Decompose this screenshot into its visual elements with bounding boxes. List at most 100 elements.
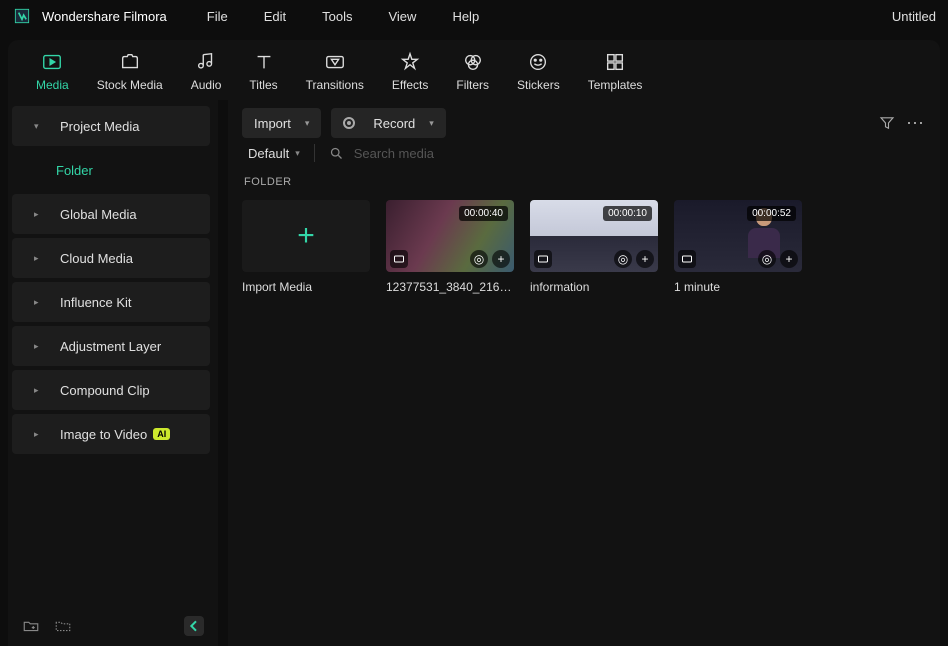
sidebar-footer <box>8 616 218 636</box>
tab-media[interactable]: Media <box>36 50 69 92</box>
caret-right-icon: ▸ <box>34 209 39 220</box>
tab-stock-media[interactable]: Stock Media <box>97 50 163 92</box>
sidebar-item-label: Folder <box>56 163 93 178</box>
video-type-icon <box>534 250 552 268</box>
templates-icon <box>603 50 627 74</box>
sidebar-item-global-media[interactable]: ▸ Global Media <box>12 194 210 234</box>
import-dropdown[interactable]: Import ▾ <box>242 108 321 138</box>
sidebar-item-label: Global Media <box>60 207 137 222</box>
search-box[interactable] <box>329 146 926 161</box>
thumb-actions: ◎ + <box>758 250 798 268</box>
sidebar-item-label: Adjustment Layer <box>60 339 161 354</box>
caret-right-icon: ▸ <box>34 385 39 396</box>
sidebar-item-cloud-media[interactable]: ▸ Cloud Media <box>12 238 210 278</box>
content-toolbar: Import ▾ Record ▾ ⋯ <box>242 108 926 138</box>
audio-icon <box>194 50 218 74</box>
tab-label: Titles <box>249 78 277 92</box>
media-item[interactable]: 00:00:52 ◎ + 1 minute <box>674 200 802 294</box>
duration-badge: 00:00:40 <box>459 206 508 221</box>
tab-label: Transitions <box>306 78 364 92</box>
stickers-icon <box>526 50 550 74</box>
filter-icon[interactable] <box>878 114 896 132</box>
menu-tools[interactable]: Tools <box>322 9 352 24</box>
chevron-down-icon: ▾ <box>295 148 300 159</box>
sort-label: Default <box>248 146 289 161</box>
sidebar-item-image-to-video[interactable]: ▸ Image to Video AI <box>12 414 210 454</box>
folder-settings-icon[interactable] <box>54 617 72 635</box>
thumb-actions: ◎ + <box>614 250 654 268</box>
menu-view[interactable]: View <box>388 9 416 24</box>
transitions-icon <box>323 50 347 74</box>
media-caption: Import Media <box>242 280 370 294</box>
target-icon[interactable]: ◎ <box>470 250 488 268</box>
media-item[interactable]: 00:00:40 ◎ + 12377531_3840_2160_2... <box>386 200 514 294</box>
duration-badge: 00:00:52 <box>747 206 796 221</box>
effects-icon <box>398 50 422 74</box>
sidebar-collapse-button[interactable] <box>184 616 204 636</box>
sidebar-item-label: Influence Kit <box>60 295 132 310</box>
media-caption: 1 minute <box>674 280 802 294</box>
sidebar-subitem-folder[interactable]: Folder <box>8 150 214 190</box>
tab-transitions[interactable]: Transitions <box>306 50 364 92</box>
more-options-icon[interactable]: ⋯ <box>906 113 926 134</box>
tab-effects[interactable]: Effects <box>392 50 428 92</box>
menu-bar: File Edit Tools View Help <box>207 9 479 24</box>
import-media-tile[interactable]: + Import Media <box>242 200 370 294</box>
thumb-actions: ◎ + <box>470 250 510 268</box>
video-type-icon <box>390 250 408 268</box>
stock-media-icon <box>118 50 142 74</box>
media-thumbnail: 00:00:10 ◎ + <box>530 200 658 272</box>
tab-stickers[interactable]: Stickers <box>517 50 560 92</box>
tab-label: Effects <box>392 78 428 92</box>
sidebar-item-adjustment-layer[interactable]: ▸ Adjustment Layer <box>12 326 210 366</box>
app-logo <box>12 6 32 26</box>
tab-audio[interactable]: Audio <box>191 50 222 92</box>
target-icon[interactable]: ◎ <box>758 250 776 268</box>
media-thumbnail: 00:00:52 ◎ + <box>674 200 802 272</box>
media-icon <box>40 50 64 74</box>
main-area: ▾ Project Media Folder ▸ Global Media ▸ … <box>8 100 940 646</box>
media-caption: information <box>530 280 658 294</box>
tab-filters[interactable]: Filters <box>456 50 489 92</box>
new-folder-icon[interactable] <box>22 617 40 635</box>
menu-edit[interactable]: Edit <box>264 9 286 24</box>
app-title: Wondershare Filmora <box>42 9 167 24</box>
record-icon <box>343 117 355 129</box>
sidebar-item-compound-clip[interactable]: ▸ Compound Clip <box>12 370 210 410</box>
separator <box>314 144 315 162</box>
caret-right-icon: ▸ <box>34 429 39 440</box>
add-to-timeline-icon[interactable]: + <box>780 250 798 268</box>
filters-icon <box>461 50 485 74</box>
menu-help[interactable]: Help <box>452 9 479 24</box>
target-icon[interactable]: ◎ <box>614 250 632 268</box>
add-to-timeline-icon[interactable]: + <box>636 250 654 268</box>
tab-label: Templates <box>588 78 643 92</box>
caret-right-icon: ▸ <box>34 341 39 352</box>
titles-icon <box>252 50 276 74</box>
sidebar-item-label: Image to Video <box>60 427 147 442</box>
chevron-down-icon: ▾ <box>305 118 310 129</box>
section-label: FOLDER <box>242 176 926 188</box>
title-bar: Wondershare Filmora File Edit Tools View… <box>0 0 948 32</box>
tab-label: Audio <box>191 78 222 92</box>
menu-file[interactable]: File <box>207 9 228 24</box>
tab-label: Stickers <box>517 78 560 92</box>
sort-dropdown[interactable]: Default ▾ <box>248 146 300 161</box>
caret-right-icon: ▸ <box>34 297 39 308</box>
sidebar-item-influence-kit[interactable]: ▸ Influence Kit <box>12 282 210 322</box>
media-thumbnail: 00:00:40 ◎ + <box>386 200 514 272</box>
sidebar-item-project-media[interactable]: ▾ Project Media <box>12 106 210 146</box>
tab-label: Stock Media <box>97 78 163 92</box>
plus-icon: + <box>297 219 315 253</box>
search-input[interactable] <box>354 146 926 161</box>
tab-titles[interactable]: Titles <box>249 50 277 92</box>
sidebar-item-label: Cloud Media <box>60 251 133 266</box>
record-label: Record <box>373 116 415 131</box>
record-dropdown[interactable]: Record ▾ <box>331 108 445 138</box>
media-caption: 12377531_3840_2160_2... <box>386 280 514 294</box>
add-to-timeline-icon[interactable]: + <box>492 250 510 268</box>
tab-label: Filters <box>456 78 489 92</box>
video-type-icon <box>678 250 696 268</box>
media-item[interactable]: 00:00:10 ◎ + information <box>530 200 658 294</box>
tab-templates[interactable]: Templates <box>588 50 643 92</box>
